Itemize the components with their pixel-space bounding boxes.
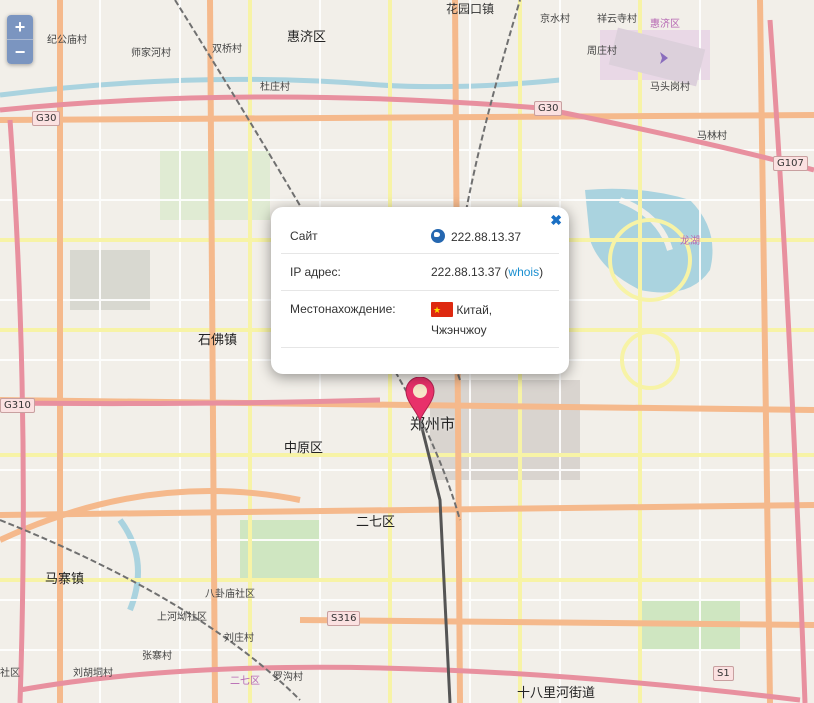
ip-value-text: 222.88.13.37	[431, 265, 502, 279]
map-label-small: 刘胡垌村	[73, 668, 113, 679]
zoom-out-button[interactable]: −	[7, 39, 33, 64]
map-label-mazhai: 马寨镇	[45, 572, 85, 587]
map-label-zhongyuan: 中原区	[284, 441, 324, 456]
location-country: Китай,	[456, 303, 493, 317]
ip-label: IP адрес:	[290, 265, 341, 279]
site-value: 222.88.13.37	[431, 229, 521, 244]
map-label-small: 社区	[0, 668, 20, 679]
ip-value: 222.88.13.37 (whois)	[431, 265, 544, 279]
map-label-small: 京水村	[540, 14, 570, 25]
map-label-shifo: 石佛镇	[198, 333, 238, 348]
map-label-small: 纪公庙村	[47, 35, 87, 46]
popup-row-location: Местонахождение: Китай, Чжэнчжоу	[281, 291, 559, 348]
road-shield: G30	[534, 101, 563, 116]
zoom-control: + −	[7, 15, 33, 64]
map-label-small: 刘庄村	[224, 633, 254, 644]
info-popup: ✖ Сайт 222.88.13.37 IP адрес: 222.88.13.…	[271, 207, 569, 374]
china-flag-icon	[431, 300, 453, 320]
site-label: Сайт	[290, 229, 318, 243]
district-label: 二七区	[230, 676, 260, 687]
map-label-erqi: 二七区	[356, 515, 396, 530]
map-label-small: 八卦庙社区	[205, 589, 255, 600]
map-label-small: 马头岗村	[650, 82, 690, 93]
road-shield: S316	[327, 611, 361, 626]
district-label: 惠济区	[650, 19, 680, 30]
map-label-small: 马林村	[697, 131, 727, 142]
road-shield: G30	[32, 111, 61, 126]
location-value: Китай, Чжэнчжоу	[431, 300, 492, 340]
map-label-small: 罗沟村	[273, 672, 303, 683]
popup-row-ip: IP адрес: 222.88.13.37 (whois)	[281, 254, 559, 291]
popup-row-site: Сайт 222.88.13.37	[281, 219, 559, 254]
map-label-small: 周庄村	[587, 46, 617, 57]
district-label: 龙湖	[680, 236, 700, 247]
map-label-small: 张寨村	[142, 651, 172, 662]
map-label-small: 上河坳社区	[157, 612, 207, 623]
road-shield: G107	[773, 156, 808, 171]
road-shield: G310	[0, 398, 35, 413]
site-value-text: 222.88.13.37	[451, 230, 522, 244]
map-label-huiji: 惠济区	[287, 30, 327, 45]
map-label-shibalihe: 十八里河街道	[517, 686, 596, 701]
location-marker-icon[interactable]	[405, 377, 435, 421]
globe-icon	[431, 229, 445, 243]
zoom-in-button[interactable]: +	[7, 15, 33, 39]
location-city: Чжэнчжоу	[431, 323, 487, 337]
map-label-huayuankou: 花园口镇	[446, 2, 495, 16]
map-label-small: 杜庄村	[260, 82, 290, 93]
whois-link[interactable]: whois	[508, 265, 539, 279]
map-label-small: 祥云寺村	[597, 14, 637, 25]
map-label-small: 双桥村	[212, 44, 242, 55]
location-label: Местонахождение:	[290, 302, 396, 316]
road-shield: S1	[713, 666, 734, 681]
map-label-small: 师家河村	[131, 48, 171, 59]
